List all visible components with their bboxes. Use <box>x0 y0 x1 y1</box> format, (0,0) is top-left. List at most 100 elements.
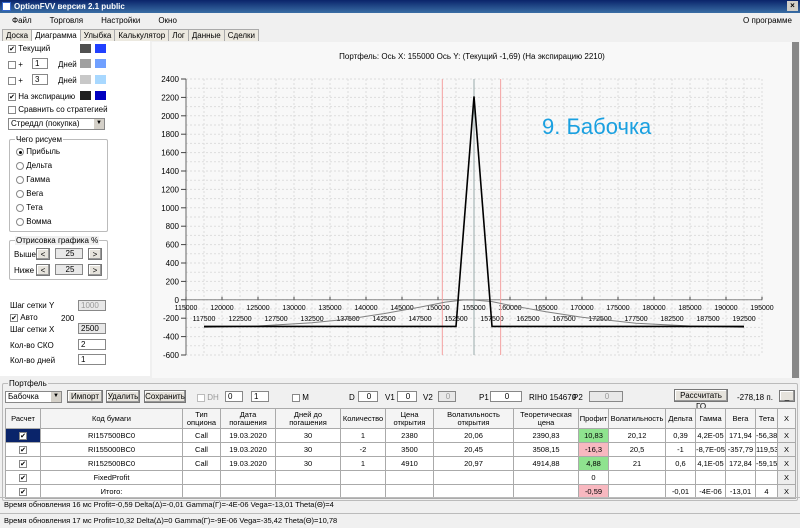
remove-row-button[interactable]: X <box>777 456 796 471</box>
color-swatch[interactable] <box>80 75 91 84</box>
column-header[interactable]: Вега <box>725 408 756 429</box>
tab-deals[interactable]: Сделки <box>223 29 260 41</box>
column-header[interactable]: Расчет <box>5 408 41 429</box>
menu-window[interactable]: Окно <box>158 16 177 25</box>
tab-diagram[interactable]: Диаграмма <box>31 29 81 41</box>
import-button[interactable]: Импорт <box>67 390 103 403</box>
column-header[interactable]: Дельта <box>665 408 696 429</box>
calc-go-button[interactable]: Рассчитать ГО <box>674 389 728 411</box>
below-increase-button[interactable]: > <box>88 264 102 276</box>
spin1-input[interactable]: 0 <box>225 391 243 402</box>
menu-about[interactable]: О программе <box>743 13 792 29</box>
menu-file[interactable]: Файл <box>12 16 32 25</box>
save-button[interactable]: Сохранить <box>144 390 186 403</box>
calc-checkbox[interactable]: ✔ <box>19 446 27 454</box>
radio-theta[interactable] <box>16 203 24 212</box>
color-swatch[interactable] <box>95 59 106 68</box>
tab-log[interactable]: Лог <box>168 29 189 41</box>
portfolio-select[interactable]: Бабочка ▼ <box>5 391 62 403</box>
column-header[interactable]: Количество <box>340 408 386 429</box>
column-header[interactable]: Гамма <box>695 408 726 429</box>
column-header[interactable]: Тип опциона <box>182 408 221 429</box>
m-checkbox[interactable] <box>292 393 300 402</box>
below-input[interactable]: 25 <box>55 264 83 275</box>
calc-checkbox-cell[interactable]: ✔ <box>5 456 41 471</box>
radio-vega[interactable] <box>16 189 24 198</box>
chart-area[interactable]: 2400 2200 2000 1800 1600 1400 1200 1000 800 600 40… <box>152 42 792 378</box>
remove-row-button[interactable]: X <box>777 428 796 443</box>
column-header[interactable]: Код бумаги <box>40 408 183 429</box>
column-header[interactable]: X <box>777 408 796 429</box>
below-decrease-button[interactable]: < <box>36 264 50 276</box>
p2-input[interactable]: 0 <box>589 391 623 402</box>
column-header[interactable]: Волатильность открытия <box>433 408 514 429</box>
minimize-button[interactable]: _ <box>779 390 795 402</box>
plus-days1-checkbox[interactable] <box>8 60 16 69</box>
auto-checkbox[interactable]: ✔ <box>10 313 18 322</box>
tab-data[interactable]: Данные <box>187 29 225 41</box>
delete-button[interactable]: Удалить <box>106 390 140 403</box>
tab-board[interactable]: Доска <box>2 29 33 41</box>
calc-checkbox[interactable]: ✔ <box>19 460 27 468</box>
calc-checkbox-cell[interactable]: ✔ <box>5 442 41 457</box>
table-row[interactable]: ✔ RI152500BC0 Call 19.03.2020 30 1 4910 20,97 49… <box>5 456 796 471</box>
plus-days2-checkbox[interactable] <box>8 76 16 85</box>
radio-gamma[interactable] <box>16 175 24 184</box>
calc-checkbox[interactable]: ✔ <box>19 488 27 496</box>
column-header[interactable]: Тета <box>755 408 778 429</box>
radio-delta[interactable] <box>16 161 24 170</box>
calc-checkbox[interactable]: ✔ <box>19 474 27 482</box>
v2-input[interactable]: 0 <box>438 391 456 402</box>
column-header[interactable]: Дней до погашения <box>275 408 341 429</box>
tab-smile[interactable]: Улыбка <box>79 29 116 41</box>
radio-vomma[interactable] <box>16 217 24 226</box>
color-swatch[interactable] <box>95 75 106 84</box>
column-header[interactable]: Дата погашения <box>220 408 276 429</box>
v1-input[interactable]: 0 <box>397 391 417 402</box>
radio-profit[interactable] <box>16 147 24 156</box>
chevron-down-icon[interactable]: ▼ <box>51 392 61 402</box>
close-icon[interactable]: × <box>787 1 798 11</box>
current-checkbox[interactable]: ✔ <box>8 44 16 53</box>
grid-x-input[interactable]: 2500 <box>78 323 106 334</box>
table-row[interactable]: ✔ RI157500BC0 Call 19.03.2020 30 1 2380 20,06 23… <box>5 428 796 443</box>
remove-row-button[interactable]: X <box>777 470 796 485</box>
color-swatch[interactable] <box>80 59 91 68</box>
above-decrease-button[interactable]: < <box>36 248 50 260</box>
menu-settings[interactable]: Настройки <box>101 16 140 25</box>
tab-calculator[interactable]: Калькулятор <box>114 29 170 41</box>
column-header[interactable]: Теоретическая цена <box>513 408 579 429</box>
table-row[interactable]: ✔ RI155000BC0 Call 19.03.2020 30 -2 3500 20,45 3… <box>5 442 796 457</box>
column-header[interactable]: Цена открытия <box>385 408 434 429</box>
compare-checkbox[interactable] <box>8 105 16 114</box>
y-tick-label: 1000 <box>161 204 179 213</box>
strategy-select[interactable]: Стреддл (покупка) ▼ <box>8 118 105 130</box>
calc-checkbox-cell[interactable]: ✔ <box>5 470 41 485</box>
column-header[interactable]: Волатильность <box>608 408 666 429</box>
days1-input[interactable]: 1 <box>32 58 48 69</box>
calc-checkbox[interactable]: ✔ <box>19 432 27 440</box>
above-increase-button[interactable]: > <box>88 248 102 260</box>
remove-row-button[interactable]: X <box>777 442 796 457</box>
expiry-checkbox[interactable]: ✔ <box>8 92 16 101</box>
table-row[interactable]: ✔ FixedProfit 0 X <box>5 470 796 485</box>
calc-checkbox-cell[interactable]: ✔ <box>5 428 41 443</box>
color-swatch[interactable] <box>80 91 91 100</box>
sko-input[interactable]: 2 <box>78 339 106 350</box>
spin2-input[interactable]: 1 <box>251 391 269 402</box>
scrollbar[interactable] <box>792 42 799 378</box>
color-swatch[interactable] <box>80 44 91 53</box>
days2-input[interactable]: 3 <box>32 74 48 85</box>
d-input[interactable]: 0 <box>358 391 378 402</box>
payoff-chart[interactable]: 2400220020001800160014001200100080060040… <box>152 42 792 378</box>
color-swatch[interactable] <box>95 44 106 53</box>
menu-trade[interactable]: Торговля <box>50 16 83 25</box>
chevron-down-icon[interactable]: ▼ <box>94 119 104 129</box>
ndays-input[interactable]: 1 <box>78 354 106 365</box>
color-swatch[interactable] <box>95 91 106 100</box>
column-header[interactable]: Профит <box>578 408 609 429</box>
dh-checkbox[interactable] <box>197 393 205 402</box>
above-input[interactable]: 25 <box>55 248 83 259</box>
grid-y-input[interactable]: 1000 <box>78 300 106 311</box>
p1-input[interactable]: 0 <box>490 391 522 402</box>
